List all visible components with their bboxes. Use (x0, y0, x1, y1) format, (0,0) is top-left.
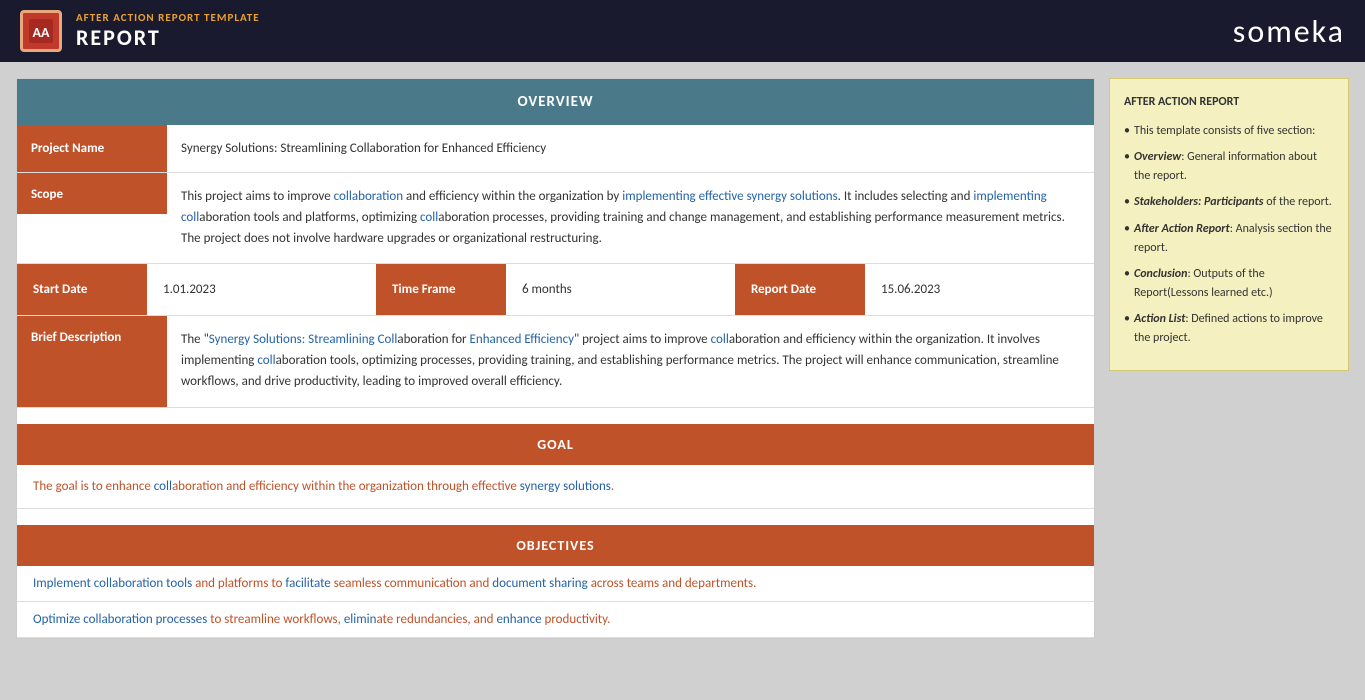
time-frame-value: 6 months (506, 264, 735, 315)
sidebar-list: This template consists of five section: … (1124, 122, 1334, 348)
sidebar-item-4: Conclusion: Outputs of the Report(Lesson… (1124, 265, 1334, 302)
sidebar-item-5: Action List: Defined actions to improve … (1124, 310, 1334, 347)
sidebar-item-1: Overview: General information about the … (1124, 148, 1334, 185)
sidebar-item-3: After Action Report: Analysis section th… (1124, 220, 1334, 257)
time-frame-cell: Time Frame 6 months (376, 264, 735, 315)
sidebar-item-0: This template consists of five section: (1124, 122, 1334, 141)
app-header: AA AFTER ACTION REPORT TEMPLATE REPORT s… (0, 0, 1365, 62)
scope-row: Scope This project aims to improve colla… (17, 173, 1094, 264)
start-date-label: Start Date (17, 264, 147, 315)
svg-text:AA: AA (33, 24, 50, 41)
brief-desc-row: Brief Description The "Synergy Solutions… (17, 316, 1094, 407)
brand-logo: someka (1233, 12, 1345, 51)
objective-1: Implement collaboration tools and platfo… (17, 566, 1094, 602)
goal-header: GOAL (17, 424, 1094, 465)
header-subtitle: AFTER ACTION REPORT TEMPLATE (76, 11, 260, 24)
sidebar-item-2: Stakeholders: Participants of the report… (1124, 193, 1334, 212)
start-date-cell: Start Date 1.01.2023 (17, 264, 376, 315)
sidebar-title: AFTER ACTION REPORT (1124, 93, 1334, 112)
report-date-value: 15.06.2023 (865, 264, 1094, 315)
sidebar-item-text-2: Stakeholders: Participants of the report… (1134, 195, 1332, 209)
project-name-value: Synergy Solutions: Streamlining Collabor… (167, 125, 1094, 172)
spacer-1 (17, 408, 1094, 424)
sidebar-item-text-1: Overview: General information about the … (1134, 150, 1317, 183)
time-frame-label: Time Frame (376, 264, 506, 315)
scope-label: Scope (17, 173, 167, 214)
main-layout: OVERVIEW Project Name Synergy Solutions:… (0, 62, 1365, 655)
header-title: REPORT (76, 24, 260, 51)
spacer-2 (17, 509, 1094, 525)
app-logo: AA (20, 10, 62, 52)
start-date-value: 1.01.2023 (147, 264, 376, 315)
sidebar-item-text-5: Action List: Defined actions to improve … (1134, 312, 1323, 345)
sidebar: AFTER ACTION REPORT This template consis… (1109, 78, 1349, 371)
project-name-row: Project Name Synergy Solutions: Streamli… (17, 125, 1094, 173)
header-titles: AFTER ACTION REPORT TEMPLATE REPORT (76, 11, 260, 51)
sidebar-item-text-4: Conclusion: Outputs of the Report(Lesson… (1134, 267, 1273, 300)
brief-desc-label: Brief Description (17, 316, 167, 406)
objectives-header: OBJECTIVES (17, 525, 1094, 566)
header-left: AA AFTER ACTION REPORT TEMPLATE REPORT (20, 10, 260, 52)
objective-2: Optimize collaboration processes to stre… (17, 602, 1094, 638)
report-date-cell: Report Date 15.06.2023 (735, 264, 1094, 315)
overview-header: OVERVIEW (17, 79, 1094, 125)
sidebar-item-text-0: This template consists of five section: (1134, 124, 1315, 138)
content-area: OVERVIEW Project Name Synergy Solutions:… (16, 78, 1095, 639)
scope-value: This project aims to improve collaborati… (167, 173, 1094, 263)
sidebar-item-text-3: After Action Report: Analysis section th… (1134, 222, 1332, 255)
goal-text: The goal is to enhance collaboration and… (17, 465, 1094, 509)
brief-desc-value: The "Synergy Solutions: Streamlining Col… (167, 316, 1094, 406)
report-date-label: Report Date (735, 264, 865, 315)
project-name-label: Project Name (17, 125, 167, 172)
dates-row: Start Date 1.01.2023 Time Frame 6 months… (17, 264, 1094, 316)
